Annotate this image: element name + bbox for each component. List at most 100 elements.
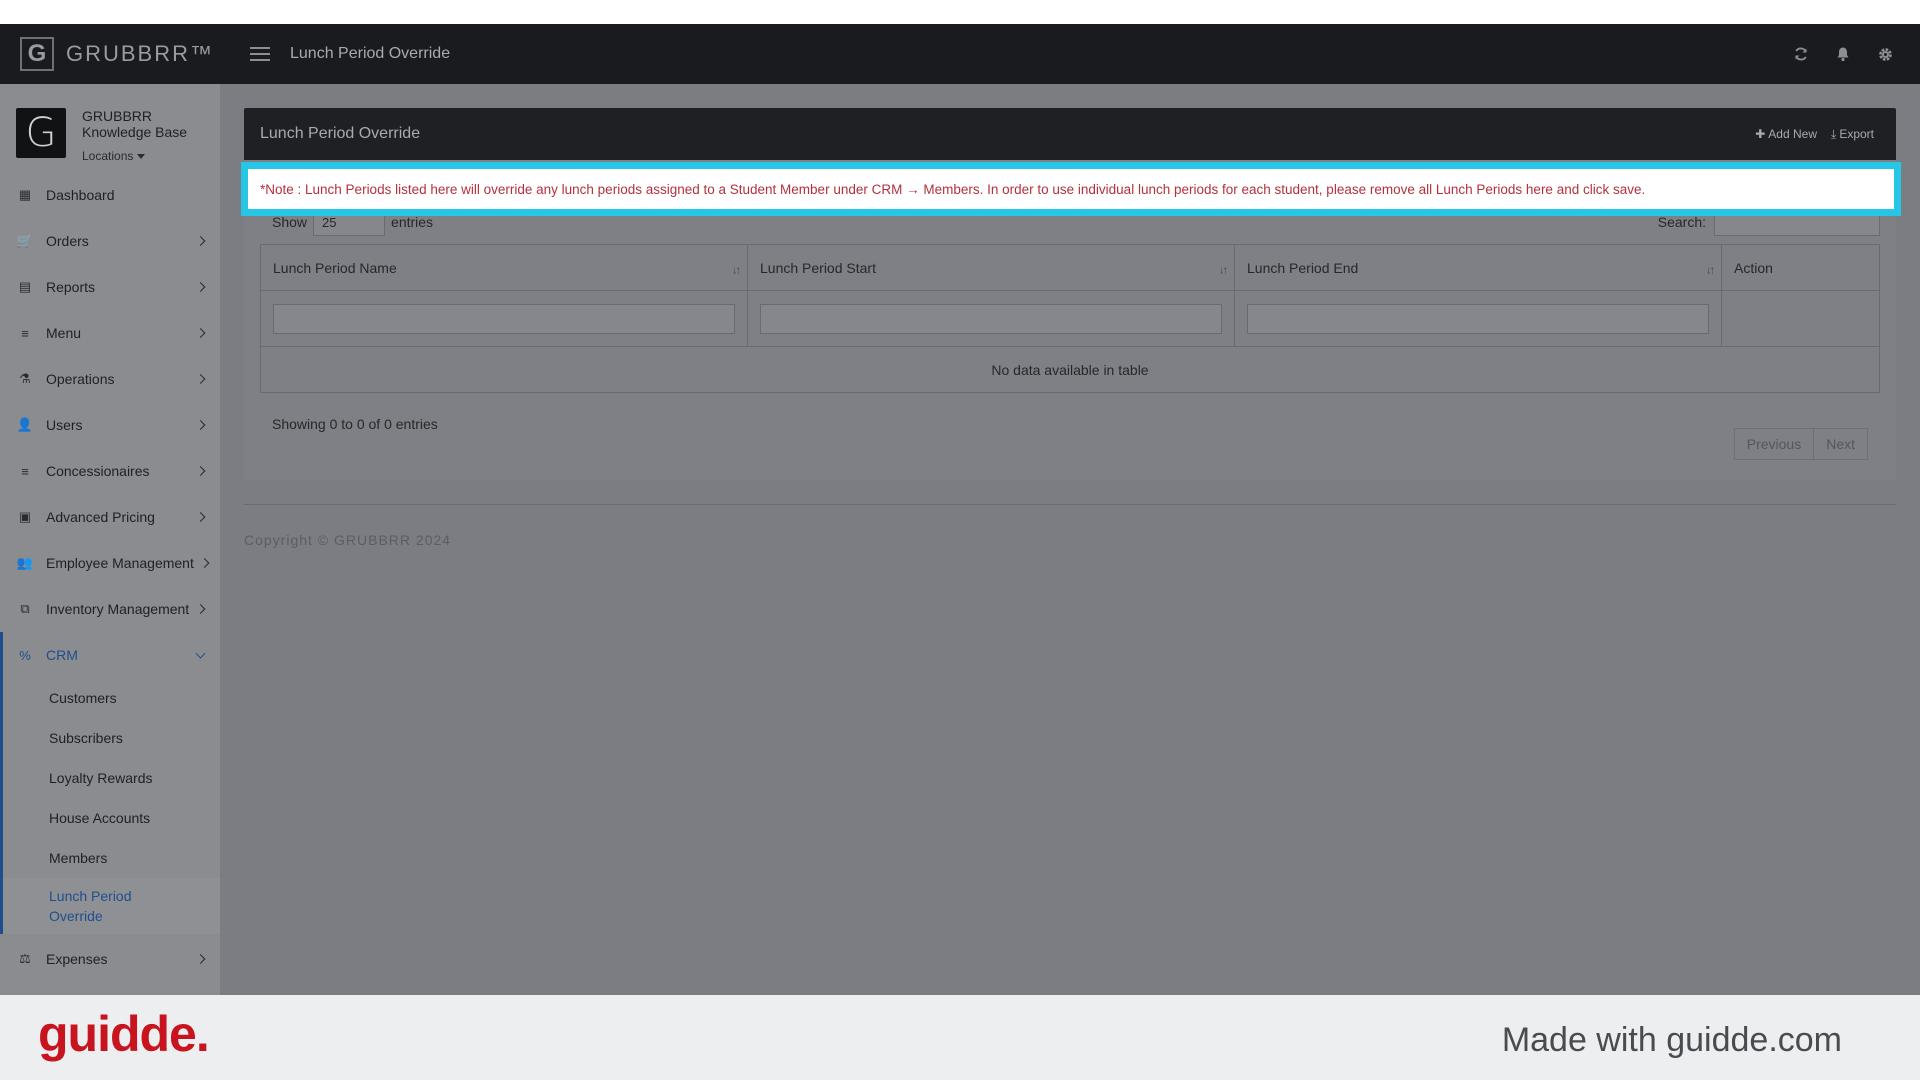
table-header-row: Lunch Period Name ↓↑ Lunch Period Start ↓↑…: [260, 244, 1880, 291]
sidebar-item-advanced-pricing[interactable]: ▣ Advanced Pricing: [0, 494, 220, 540]
previous-button[interactable]: Previous: [1733, 428, 1815, 460]
empty-message: No data available in table: [260, 346, 1880, 393]
column-header-start[interactable]: Lunch Period Start ↓↑: [747, 244, 1235, 291]
sidebar-item-label: Menu: [46, 325, 82, 341]
entries-select-value: 25: [322, 214, 337, 230]
sidebar-item-label: CRM: [46, 647, 78, 663]
chevron-right-icon: [195, 328, 206, 338]
link-icon: %: [19, 647, 31, 663]
chevron-right-icon: [195, 604, 206, 614]
footer-divider: [244, 504, 1896, 505]
export-label: Export: [1839, 127, 1874, 141]
export-button[interactable]: ⤓ Export: [1831, 127, 1874, 142]
report-icon: ▤: [18, 279, 32, 294]
submenu-item-loyalty-rewards[interactable]: Loyalty Rewards: [3, 758, 220, 798]
profile-name-line1: GRUBBRR: [82, 108, 153, 124]
note-text: *Note : Lunch Periods listed here will o…: [260, 181, 1646, 197]
cart-icon: 🛒: [16, 233, 34, 248]
top-bar: Lunch Period Override: [220, 24, 1920, 84]
brand-name[interactable]: GRUBBRR™: [66, 41, 214, 67]
made-with-text: Made with guidde.com: [1501, 1021, 1842, 1059]
add-new-button[interactable]: ✚ Add New: [1755, 127, 1817, 141]
scale-icon: ⚖: [19, 951, 31, 966]
sidebar-item-reports[interactable]: ▤ Reports: [0, 264, 220, 310]
chevron-right-icon: [199, 558, 210, 568]
locations-dropdown[interactable]: Locations: [82, 148, 187, 164]
sidebar-item-expenses[interactable]: ⚖ Expenses: [0, 936, 220, 982]
column-header-end[interactable]: Lunch Period End ↓↑: [1234, 244, 1722, 291]
filter-input-start[interactable]: [760, 303, 1222, 334]
sidebar-item-label: Employee Management: [46, 555, 194, 571]
sidebar-item-crm[interactable]: % CRM: [0, 632, 220, 678]
profile-name-line2: Knowledge Base: [82, 124, 188, 140]
chevron-right-icon: [195, 374, 206, 384]
brand-logo[interactable]: G: [20, 37, 54, 71]
user-add-icon: 👤: [16, 417, 34, 432]
table-info: Showing 0 to 0 of 0 entries: [272, 416, 438, 432]
filter-input-end[interactable]: [1247, 303, 1709, 334]
gear-icon[interactable]: [1877, 46, 1894, 63]
sidebar-item-operations[interactable]: ⚗ Operations: [0, 356, 220, 402]
filter-input-name[interactable]: [273, 303, 735, 334]
sort-icon: ↓↑: [1706, 263, 1715, 276]
sidebar-item-inventory-management[interactable]: ⧉ Inventory Management: [0, 586, 220, 632]
sidebar-item-label: Advanced Pricing: [46, 509, 155, 525]
sidebar-item-label: Dashboard: [46, 187, 115, 203]
guidde-footer: guidde. Made with guidde.com: [0, 995, 1920, 1080]
sort-icon: ↓↑: [1219, 263, 1228, 276]
dashboard-icon: ▦: [18, 187, 32, 202]
highlighted-note: *Note : Lunch Periods listed here will o…: [241, 162, 1901, 216]
list-icon: ≡: [21, 463, 29, 479]
submenu-item-subscribers[interactable]: Subscribers: [3, 718, 220, 758]
sidebar-item-label: Concessionaires: [46, 463, 150, 479]
next-button[interactable]: Next: [1814, 428, 1868, 460]
sidebar-item-users[interactable]: 👤 Users: [0, 402, 220, 448]
flask-icon: ⚗: [19, 371, 31, 386]
sidebar-item-label: Users: [46, 417, 83, 433]
copyright-text: Copyright © GRUBBRR 2024: [244, 532, 452, 548]
sidebar-item-menu[interactable]: ≡ Menu: [0, 310, 220, 356]
avatar: G: [16, 108, 66, 158]
sidebar-item-concessionaires[interactable]: ≡ Concessionaires: [0, 448, 220, 494]
chevron-right-icon: [195, 282, 206, 292]
pagination: Previous Next: [1733, 428, 1868, 460]
chevron-right-icon: [195, 236, 206, 246]
panel-title: Lunch Period Override: [260, 125, 421, 142]
caret-down-icon: [137, 153, 146, 159]
chevron-right-icon: [195, 466, 206, 476]
submenu-item-house-accounts[interactable]: House Accounts: [3, 798, 220, 838]
page-title: Lunch Period Override: [290, 45, 451, 62]
sort-icon: ↓↑: [732, 263, 741, 276]
sidebar-item-label: Inventory Management: [46, 601, 190, 617]
refresh-icon[interactable]: [1793, 46, 1809, 62]
sidebar: G GRUBBRR™ G GRUBBRR Knowledge Base Loca…: [0, 24, 220, 995]
filter-cell-action: [1721, 290, 1880, 347]
download-icon: ⤓: [1831, 126, 1837, 141]
sidebar-nav: ▦ Dashboard 🛒 Orders ▤ Reports ≡ Menu ⚗ …: [0, 172, 220, 982]
bell-icon[interactable]: [1835, 46, 1851, 62]
column-header-name[interactable]: Lunch Period Name ↓↑: [260, 244, 748, 291]
panel-actions: ✚ Add New ⤓ Export: [1755, 108, 1874, 160]
submenu-item-lunch-period-override[interactable]: Lunch Period Override: [3, 878, 220, 934]
submenu-label-line2: Override: [49, 908, 103, 924]
submenu-item-members[interactable]: Members: [3, 838, 220, 878]
sidebar-item-label: Operations: [46, 371, 115, 387]
lunch-period-table: Lunch Period Name ↓↑ Lunch Period Start ↓↑…: [260, 244, 1880, 393]
sidebar-item-label: Orders: [46, 233, 89, 249]
profile-block: G GRUBBRR Knowledge Base Locations: [0, 84, 220, 170]
search-label: Search:: [1657, 214, 1706, 230]
crm-submenu: Customers Subscribers Loyalty Rewards Ho…: [0, 678, 220, 934]
submenu-item-customers[interactable]: Customers: [3, 678, 220, 718]
sidebar-item-dashboard[interactable]: ▦ Dashboard: [0, 172, 220, 218]
top-icons: [1793, 24, 1894, 84]
guidde-logo: guidde.: [38, 1006, 210, 1062]
chevron-right-icon: [195, 512, 206, 522]
entries-label: entries: [391, 214, 434, 230]
users-icon: 👥: [16, 555, 34, 570]
hamburger-menu-icon[interactable]: [250, 47, 270, 61]
sidebar-item-orders[interactable]: 🛒 Orders: [0, 218, 220, 264]
add-new-label: Add New: [1768, 127, 1817, 141]
chevron-right-icon: [195, 954, 206, 964]
sidebar-item-employee-management[interactable]: 👥 Employee Management: [0, 540, 220, 586]
plus-icon: ✚: [1755, 127, 1766, 141]
